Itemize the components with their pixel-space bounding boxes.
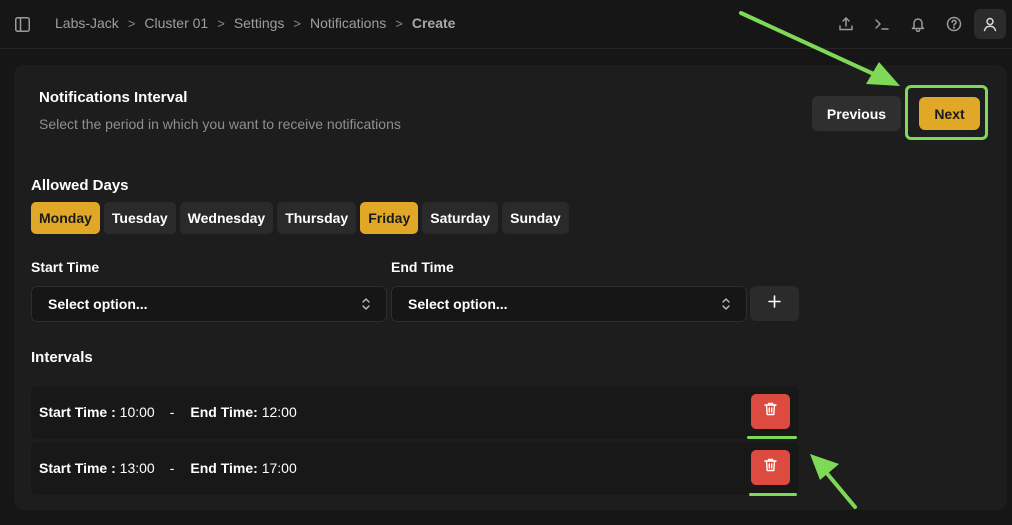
interval-start-key: Start Time bbox=[39, 460, 108, 476]
next-button[interactable]: Next bbox=[919, 97, 980, 130]
interval-text: Start Time : 13:00- End Time: 17:00 bbox=[39, 460, 297, 476]
start-time-label: Start Time bbox=[31, 259, 100, 275]
plus-icon bbox=[768, 294, 781, 313]
delete-interval-button[interactable] bbox=[751, 450, 790, 485]
toolbar-icons bbox=[830, 9, 1006, 39]
allowed-days-label: Allowed Days bbox=[31, 177, 129, 194]
breadcrumb-separator: > bbox=[293, 15, 301, 31]
user-icon[interactable] bbox=[974, 9, 1006, 39]
chevron-up-down-icon bbox=[720, 297, 732, 314]
day-wednesday-button[interactable]: Wednesday bbox=[179, 202, 274, 234]
sidebar-toggle-icon[interactable] bbox=[12, 14, 32, 34]
breadcrumb-separator: > bbox=[127, 15, 136, 31]
delete-interval-button[interactable] bbox=[751, 394, 790, 429]
trash-icon bbox=[764, 458, 777, 477]
start-time-select-value: Select option... bbox=[48, 296, 148, 312]
card-subtitle: Select the period in which you want to r… bbox=[39, 116, 401, 132]
interval-end-key: End Time bbox=[190, 404, 254, 420]
chevron-up-down-icon bbox=[360, 297, 372, 314]
breadcrumb-item-notifications[interactable]: Notifications bbox=[310, 15, 386, 31]
breadcrumb-item-labs-jack[interactable]: Labs-Jack bbox=[55, 15, 119, 31]
breadcrumb-separator: > bbox=[217, 15, 225, 31]
add-interval-button[interactable] bbox=[750, 286, 799, 321]
intervals-label: Intervals bbox=[31, 349, 93, 366]
notifications-interval-card: Notifications Interval Select the period… bbox=[14, 65, 1007, 510]
interval-end-key: End Time bbox=[190, 460, 254, 476]
next-button-highlight: Next bbox=[905, 85, 988, 140]
breadcrumb-current: Create bbox=[411, 15, 456, 31]
day-thursday-button[interactable]: Thursday bbox=[277, 202, 357, 234]
interval-start-colon: : bbox=[107, 460, 120, 476]
day-selector: Monday Tuesday Wednesday Thursday Friday Satu… bbox=[31, 202, 569, 234]
start-time-select[interactable]: Select option... bbox=[31, 286, 387, 322]
day-monday-button[interactable]: Monday bbox=[31, 202, 100, 234]
interval-start-value: 10:00 bbox=[119, 404, 155, 420]
breadcrumb-item-cluster[interactable]: Cluster 01 bbox=[144, 15, 208, 31]
end-time-label: End Time bbox=[391, 259, 454, 275]
interval-end-colon: : bbox=[253, 404, 262, 420]
day-saturday-button[interactable]: Saturday bbox=[422, 202, 499, 234]
card-title: Notifications Interval bbox=[39, 89, 188, 106]
breadcrumb-item-settings[interactable]: Settings bbox=[234, 15, 285, 31]
day-friday-button[interactable]: Friday bbox=[360, 202, 419, 234]
terminal-icon[interactable] bbox=[866, 9, 898, 39]
interval-text: Start Time : 10:00- End Time: 12:00 bbox=[39, 404, 297, 420]
interval-dash: - bbox=[169, 460, 175, 476]
end-time-select[interactable]: Select option... bbox=[391, 286, 747, 322]
end-time-select-value: Select option... bbox=[408, 296, 508, 312]
upload-icon[interactable] bbox=[830, 9, 862, 39]
interval-end-value: 12:00 bbox=[261, 404, 297, 420]
previous-button[interactable]: Previous bbox=[812, 96, 901, 131]
interval-row: Start Time : 10:00- End Time: 12:00 bbox=[31, 386, 799, 439]
day-sunday-button[interactable]: Sunday bbox=[502, 202, 569, 234]
interval-end-value: 17:00 bbox=[261, 460, 297, 476]
delete-highlight-underline bbox=[747, 436, 797, 439]
day-tuesday-button[interactable]: Tuesday bbox=[103, 202, 176, 234]
interval-row: Start Time : 13:00- End Time: 17:00 bbox=[31, 442, 799, 495]
bell-icon[interactable] bbox=[902, 9, 934, 39]
interval-start-colon: : bbox=[107, 404, 120, 420]
delete-highlight-underline bbox=[749, 493, 797, 496]
interval-start-key: Start Time bbox=[39, 404, 108, 420]
interval-dash: - bbox=[169, 404, 175, 420]
trash-icon bbox=[764, 402, 777, 421]
help-icon[interactable] bbox=[938, 9, 970, 39]
breadcrumb-separator: > bbox=[395, 15, 403, 31]
interval-start-value: 13:00 bbox=[119, 460, 155, 476]
breadcrumb: Labs-Jack > Cluster 01 > Settings > Noti… bbox=[55, 15, 455, 31]
interval-end-colon: : bbox=[253, 460, 262, 476]
top-bar: Labs-Jack > Cluster 01 > Settings > Noti… bbox=[0, 0, 1012, 49]
